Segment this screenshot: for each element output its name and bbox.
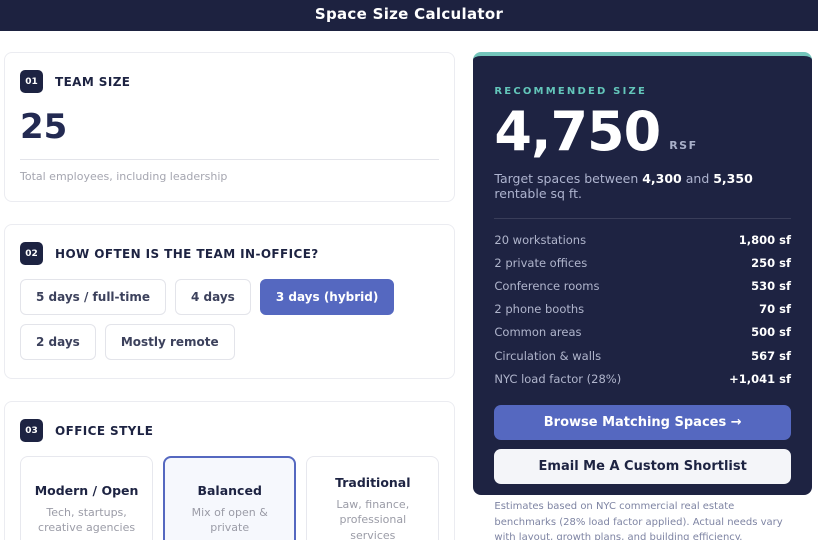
team-size-helper: Total employees, including leadership xyxy=(20,170,228,183)
frequency-option-3-days-hybrid[interactable]: 3 days (hybrid) xyxy=(259,279,395,315)
breakdown-label: Conference rooms xyxy=(494,278,600,293)
app-header: Space Size Calculator xyxy=(0,0,818,31)
frequency-option-2-days[interactable]: 2 days xyxy=(20,324,96,360)
frequency-option-mostly-remote[interactable]: Mostly remote xyxy=(104,324,235,360)
section-title: HOW OFTEN IS THE TEAM IN-OFFICE? xyxy=(55,246,319,261)
panel-divider xyxy=(494,218,791,219)
breakdown-value: 500 sf xyxy=(751,325,791,340)
breakdown-label: NYC load factor (28%) xyxy=(494,371,622,386)
target-and: and xyxy=(681,171,714,186)
main-content: 01 TEAM SIZE 25 Total employees, includi… xyxy=(0,31,818,540)
target-range-text: Target spaces between 4,300 and 5,350 re… xyxy=(494,171,791,201)
browse-spaces-button[interactable]: Browse Matching Spaces → xyxy=(494,405,791,441)
section-header: 03 OFFICE STYLE xyxy=(20,419,439,442)
recommended-size-value: 4,750 xyxy=(494,100,661,163)
style-option-balanced[interactable]: Balanced Mix of open & private xyxy=(163,456,297,540)
breakdown-label: 20 workstations xyxy=(494,232,587,247)
breakdown-value: 530 sf xyxy=(751,278,791,293)
breakdown-label: Common areas xyxy=(494,325,582,340)
section-title: TEAM SIZE xyxy=(55,74,131,89)
target-prefix: Target spaces between xyxy=(494,171,643,186)
recommended-size: 4,750 RSF xyxy=(494,105,791,159)
breakdown-row: 20 workstations 1,800 sf xyxy=(494,228,791,251)
breakdown-row: 2 private offices 250 sf xyxy=(494,251,791,274)
breakdown-label: Circulation & walls xyxy=(494,348,602,363)
target-suffix: rentable sq ft. xyxy=(494,186,582,201)
style-option-title: Modern / Open xyxy=(34,482,139,498)
breakdown-row: Common areas 500 sf xyxy=(494,321,791,344)
office-style-options: Modern / Open Tech, startups, creative a… xyxy=(20,456,440,540)
step-number-badge: 01 xyxy=(20,70,43,93)
step-number-badge: 02 xyxy=(20,242,43,265)
style-option-traditional[interactable]: Traditional Law, finance, professional s… xyxy=(306,456,440,540)
recommendation-panel: RECOMMENDED SIZE 4,750 RSF Target spaces… xyxy=(473,52,812,540)
breakdown-row: 2 phone booths 70 sf xyxy=(494,298,791,321)
breakdown-row: NYC load factor (28%) +1,041 sf xyxy=(494,367,791,390)
section-office-frequency: 02 HOW OFTEN IS THE TEAM IN-OFFICE? 5 da… xyxy=(4,224,456,379)
calculator-form: 01 TEAM SIZE 25 Total employees, includi… xyxy=(4,52,456,540)
breakdown-row: Conference rooms 530 sf xyxy=(494,274,791,297)
style-option-modern-open[interactable]: Modern / Open Tech, startups, creative a… xyxy=(20,456,154,540)
disclaimer-text: Estimates based on NYC commercial real e… xyxy=(494,501,783,540)
style-option-desc: Law, finance, professional services xyxy=(336,498,410,540)
section-team-size: 01 TEAM SIZE 25 Total employees, includi… xyxy=(4,52,456,202)
breakdown-label: 2 phone booths xyxy=(494,302,585,317)
target-min-value: 4,300 xyxy=(642,171,682,186)
page-title: Space Size Calculator xyxy=(314,4,504,23)
recommended-size-label: RECOMMENDED SIZE xyxy=(494,86,647,97)
section-header: 02 HOW OFTEN IS THE TEAM IN-OFFICE? xyxy=(20,242,439,265)
team-size-input[interactable]: 25 xyxy=(20,107,440,160)
section-header: 01 TEAM SIZE xyxy=(20,70,439,93)
style-option-desc: Tech, startups, creative agencies xyxy=(38,505,136,535)
space-breakdown-table: 20 workstations 1,800 sf 2 private offic… xyxy=(494,228,791,390)
section-title: OFFICE STYLE xyxy=(55,423,154,438)
breakdown-value: 70 sf xyxy=(759,302,791,317)
breakdown-value: 250 sf xyxy=(751,255,791,270)
breakdown-value: +1,041 sf xyxy=(729,371,791,386)
frequency-options: 5 days / full-time 4 days 3 days (hybrid… xyxy=(20,279,439,360)
frequency-option-5-days[interactable]: 5 days / full-time xyxy=(20,279,167,315)
frequency-option-4-days[interactable]: 4 days xyxy=(175,279,251,315)
breakdown-value: 1,800 sf xyxy=(738,232,791,247)
recommended-size-unit: RSF xyxy=(669,139,698,152)
breakdown-row: Circulation & walls 567 sf xyxy=(494,344,791,367)
style-option-desc: Mix of open & private xyxy=(191,505,268,535)
style-option-title: Balanced xyxy=(197,482,262,498)
section-office-style: 03 OFFICE STYLE Modern / Open Tech, star… xyxy=(4,401,456,540)
breakdown-label: 2 private offices xyxy=(494,255,588,270)
breakdown-value: 567 sf xyxy=(751,348,791,363)
style-option-title: Traditional xyxy=(335,475,411,490)
email-shortlist-button[interactable]: Email Me A Custom Shortlist xyxy=(494,449,791,485)
step-number-badge: 03 xyxy=(20,419,43,442)
target-max-value: 5,350 xyxy=(713,171,753,186)
